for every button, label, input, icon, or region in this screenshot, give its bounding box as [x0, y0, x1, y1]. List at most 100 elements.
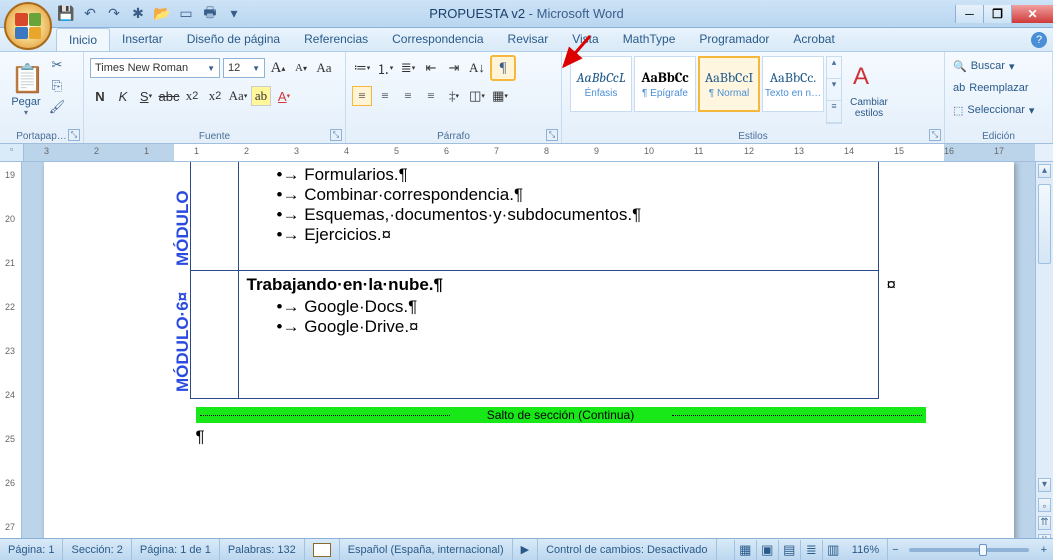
- grow-font-icon[interactable]: A▴: [268, 58, 288, 78]
- strike-button[interactable]: abc: [159, 86, 179, 106]
- close-button[interactable]: ✕: [1011, 5, 1053, 23]
- clipboard-dialog-icon[interactable]: ⤡: [68, 129, 80, 141]
- redo-icon[interactable]: ↷: [104, 4, 124, 24]
- paste-button[interactable]: 📋 Pegar ▾: [6, 54, 46, 124]
- print-icon[interactable]: 🖶: [200, 4, 220, 24]
- tab-vista[interactable]: Vista: [560, 28, 610, 51]
- tab-programador[interactable]: Programador: [687, 28, 781, 51]
- indent-button[interactable]: ⇥: [444, 58, 464, 78]
- styles-dialog-icon[interactable]: ⤡: [929, 129, 941, 141]
- status-words[interactable]: Palabras: 132: [220, 539, 305, 560]
- maximize-button[interactable]: ❐: [983, 5, 1011, 23]
- view-draft-icon[interactable]: ▥: [822, 540, 844, 560]
- tab-mathtype[interactable]: MathType: [611, 28, 688, 51]
- sort-button[interactable]: A↓: [467, 58, 487, 78]
- horizontal-ruler[interactable]: 3211234567891011121314151617: [24, 144, 1035, 161]
- find-button[interactable]: 🔍Buscar ▾: [953, 56, 1044, 76]
- status-pageof[interactable]: Página: 1 de 1: [132, 539, 220, 560]
- show-marks-button[interactable]: ¶: [490, 55, 516, 81]
- status-page[interactable]: Página: 1: [0, 539, 63, 560]
- shrink-font-icon[interactable]: A▾: [291, 58, 311, 78]
- paragraph-mark[interactable]: ¶: [196, 427, 1014, 447]
- tab-inicio[interactable]: Inicio: [56, 28, 110, 51]
- ruler-corner[interactable]: ▫: [0, 144, 24, 161]
- align-left-button[interactable]: ≡: [352, 86, 372, 106]
- bullets-button[interactable]: ≔▾: [352, 58, 372, 78]
- save-icon[interactable]: 💾: [56, 4, 76, 24]
- vertical-scrollbar[interactable]: ▴ ▾ ◦ ⇈ ⇊: [1035, 162, 1053, 552]
- status-macro[interactable]: ▶: [513, 539, 538, 560]
- tab-acrobat[interactable]: Acrobat: [781, 28, 846, 51]
- status-proof[interactable]: [305, 539, 340, 560]
- replace-button[interactable]: abReemplazar: [953, 78, 1044, 98]
- style-enfasis[interactable]: AaBbCcLÉnfasis: [570, 56, 632, 112]
- zoom-level[interactable]: 116%: [844, 539, 888, 560]
- office-button[interactable]: [4, 2, 52, 50]
- tab-revisar[interactable]: Revisar: [496, 28, 561, 51]
- font-size-combo[interactable]: 12▼: [223, 58, 265, 78]
- styles-scroll[interactable]: ▴▾≡: [826, 56, 842, 124]
- justify-button[interactable]: ≡: [421, 86, 441, 106]
- view-fullread-icon[interactable]: ▣: [756, 540, 778, 560]
- qat-more-icon[interactable]: ▾: [224, 4, 244, 24]
- zoom-out-icon[interactable]: −: [888, 544, 902, 556]
- status-section[interactable]: Sección: 2: [63, 539, 131, 560]
- numbering-button[interactable]: ⒈▾: [375, 58, 395, 78]
- tab-correspondencia[interactable]: Correspondencia: [380, 28, 495, 51]
- subscript-button[interactable]: x2: [182, 86, 202, 106]
- bold-button[interactable]: N: [90, 86, 110, 106]
- scroll-down-icon[interactable]: ▾: [1038, 478, 1051, 492]
- tab-insertar[interactable]: Insertar: [110, 28, 175, 51]
- tab-referencias[interactable]: Referencias: [292, 28, 380, 51]
- font-color-button[interactable]: A▾: [274, 86, 294, 106]
- clear-format-icon[interactable]: Aa: [314, 58, 334, 78]
- new-icon[interactable]: ▭: [176, 4, 196, 24]
- highlight-button[interactable]: ab: [251, 86, 271, 106]
- document-area[interactable]: MÓDULO •→ Formularios.¶ •→ Combinar·corr…: [22, 162, 1035, 552]
- style-epigrafe[interactable]: AaBbCc¶ Epígrafe: [634, 56, 696, 112]
- italic-button[interactable]: K: [113, 86, 133, 106]
- font-dialog-icon[interactable]: ⤡: [330, 129, 342, 141]
- scroll-thumb[interactable]: [1038, 184, 1051, 264]
- tab-diseno[interactable]: Diseño de página: [175, 28, 292, 51]
- style-texto[interactable]: AaBbCc.Texto en n…: [762, 56, 824, 112]
- minimize-button[interactable]: ─: [955, 5, 983, 23]
- select-button[interactable]: ⬚Seleccionar ▾: [953, 100, 1044, 120]
- line-spacing-button[interactable]: ‡▾: [444, 86, 464, 106]
- align-center-button[interactable]: ≡: [375, 86, 395, 106]
- status-lang[interactable]: Español (España, internacional): [340, 539, 513, 560]
- scroll-up-icon[interactable]: ▴: [1038, 164, 1051, 178]
- status-track[interactable]: Control de cambios: Desactivado: [538, 539, 716, 560]
- outdent-button[interactable]: ⇤: [421, 58, 441, 78]
- clipboard-icon: 📋: [10, 62, 42, 94]
- view-web-icon[interactable]: ▤: [778, 540, 800, 560]
- module-2-content[interactable]: Trabajando·en·la·nube.¶ •→ Google·Docs.¶…: [238, 271, 878, 399]
- cut-icon[interactable]: ✂: [48, 57, 66, 75]
- align-right-button[interactable]: ≡: [398, 86, 418, 106]
- view-outline-icon[interactable]: ≣: [800, 540, 822, 560]
- change-case-button[interactable]: Aa▾: [228, 86, 248, 106]
- browse-object-icon[interactable]: ◦: [1038, 498, 1051, 512]
- format-painter-icon[interactable]: 🖌: [48, 99, 66, 117]
- view-print-icon[interactable]: ▦: [734, 540, 756, 560]
- help-icon[interactable]: ?: [1031, 32, 1047, 48]
- copy-icon[interactable]: ⎘: [48, 78, 66, 96]
- change-styles-button[interactable]: A Cambiar estilos: [844, 56, 894, 126]
- shading-button[interactable]: ◫▾: [467, 86, 487, 106]
- module-1-content[interactable]: •→ Formularios.¶ •→ Combinar·corresponde…: [238, 162, 878, 271]
- borders-button[interactable]: ▦▾: [490, 86, 510, 106]
- undo-icon[interactable]: ↶: [80, 4, 100, 24]
- change-styles-icon: A: [853, 63, 885, 95]
- prev-page-icon[interactable]: ⇈: [1038, 516, 1051, 530]
- superscript-button[interactable]: x2: [205, 86, 225, 106]
- vertical-ruler[interactable]: 192021222324252627: [0, 162, 22, 552]
- qat-icon[interactable]: ✱: [128, 4, 148, 24]
- font-name-combo[interactable]: Times New Roman▼: [90, 58, 220, 78]
- style-normal[interactable]: AaBbCcI¶ Normal: [698, 56, 760, 112]
- zoom-slider[interactable]: [909, 548, 1029, 552]
- underline-button[interactable]: S▾: [136, 86, 156, 106]
- para-dialog-icon[interactable]: ⤡: [546, 129, 558, 141]
- open-icon[interactable]: 📂: [152, 4, 172, 24]
- zoom-in-icon[interactable]: +: [1035, 544, 1053, 556]
- multilevel-button[interactable]: ≣▾: [398, 58, 418, 78]
